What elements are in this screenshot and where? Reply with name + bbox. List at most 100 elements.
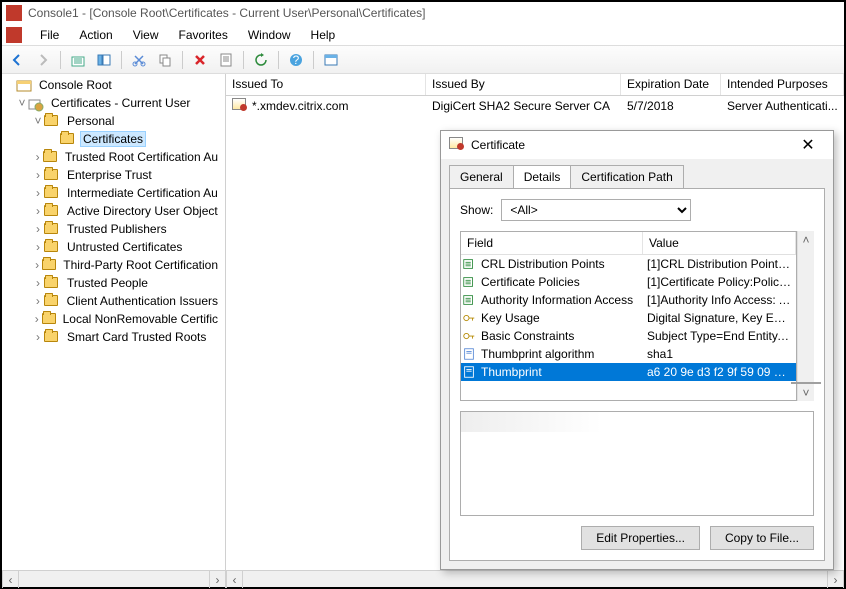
- scroll-left-icon[interactable]: ‹: [2, 571, 19, 588]
- copy-button[interactable]: [154, 49, 176, 71]
- tree-node[interactable]: ›Trusted Root Certification Au: [4, 148, 225, 166]
- tree-node[interactable]: ›Active Directory User Object: [4, 202, 225, 220]
- col-value[interactable]: Value: [643, 232, 796, 254]
- tree-node[interactable]: ›Intermediate Certification Au: [4, 184, 225, 202]
- tree-node-selected[interactable]: Certificates: [80, 131, 146, 147]
- tree-node[interactable]: ›Enterprise Trust: [4, 166, 225, 184]
- close-button[interactable]: ✕: [791, 134, 825, 156]
- twisty-icon[interactable]: ›: [32, 150, 43, 164]
- properties-button[interactable]: [215, 49, 237, 71]
- folder-icon: [44, 240, 60, 254]
- separator: [243, 51, 244, 69]
- twisty-icon[interactable]: ›: [32, 222, 44, 236]
- twisty-icon[interactable]: ›: [32, 258, 42, 272]
- twisty-icon[interactable]: ›: [32, 330, 44, 344]
- tree-node[interactable]: ›Untrusted Certificates: [4, 238, 225, 256]
- tree-scrollbar[interactable]: ‹›: [2, 570, 226, 587]
- cut-button[interactable]: [128, 49, 150, 71]
- field-row[interactable]: Key UsageDigital Signature, Key Encipher…: [461, 309, 796, 327]
- scroll-left-icon[interactable]: ‹: [226, 571, 243, 588]
- field-row[interactable]: Authority Information Access[1]Authority…: [461, 291, 796, 309]
- twisty-icon[interactable]: ›: [32, 168, 44, 182]
- field-icon: [461, 329, 477, 343]
- col-issued-to[interactable]: Issued To: [226, 74, 426, 95]
- field-value: Subject Type=End Entity, Pat...: [643, 329, 796, 343]
- field-icon: [461, 257, 477, 271]
- tree-node[interactable]: ›Trusted Publishers: [4, 220, 225, 238]
- twisty-icon[interactable]: ›: [32, 186, 44, 200]
- back-button[interactable]: [6, 49, 28, 71]
- field-name: Certificate Policies: [477, 275, 643, 289]
- scroll-down-icon[interactable]: ˅: [798, 384, 815, 401]
- app-icon: [6, 5, 22, 21]
- twisty-icon[interactable]: ˅: [32, 114, 44, 128]
- field-icon: [461, 311, 477, 325]
- mmc-window: Console1 - [Console Root\Certificates - …: [0, 0, 846, 589]
- field-row[interactable]: CRL Distribution Points[1]CRL Distributi…: [461, 255, 796, 273]
- forward-button[interactable]: [32, 49, 54, 71]
- tree-node[interactable]: Console Root: [36, 78, 115, 92]
- menu-action[interactable]: Action: [71, 26, 120, 44]
- field-icon: [461, 293, 477, 307]
- help-button[interactable]: ?: [285, 49, 307, 71]
- separator: [182, 51, 183, 69]
- field-row[interactable]: Certificate Policies[1]Certificate Polic…: [461, 273, 796, 291]
- field-list[interactable]: Field Value CRL Distribution Points[1]CR…: [460, 231, 797, 401]
- tree-node[interactable]: ›Smart Card Trusted Roots: [4, 328, 225, 346]
- export-list-button[interactable]: [320, 49, 342, 71]
- field-row[interactable]: Thumbprinta6 20 9e d3 f2 9f 59 09 10 6e …: [461, 363, 796, 381]
- menu-window[interactable]: Window: [240, 26, 299, 44]
- field-list-vscroll[interactable]: ˄ ˅: [797, 231, 814, 401]
- col-field[interactable]: Field: [461, 232, 643, 254]
- refresh-button[interactable]: [250, 49, 272, 71]
- dialog-title: Certificate: [471, 138, 525, 152]
- tree-node[interactable]: Personal: [64, 114, 117, 128]
- twisty-icon[interactable]: ›: [32, 204, 44, 218]
- twisty-icon[interactable]: ›: [32, 240, 44, 254]
- tab-details[interactable]: Details: [513, 165, 572, 188]
- twisty-icon[interactable]: ›: [32, 312, 42, 326]
- col-purposes[interactable]: Intended Purposes: [721, 74, 844, 95]
- tree-node[interactable]: ›Local NonRemovable Certific: [4, 310, 225, 328]
- copy-to-file-button[interactable]: Copy to File...: [710, 526, 814, 550]
- menu-file[interactable]: File: [32, 26, 67, 44]
- show-hide-tree-button[interactable]: [93, 49, 115, 71]
- list-scrollbar[interactable]: ‹›: [226, 570, 844, 587]
- twisty-icon[interactable]: ›: [32, 276, 44, 290]
- edit-properties-button[interactable]: Edit Properties...: [581, 526, 700, 550]
- separator: [60, 51, 61, 69]
- tab-body: Show: <All> Field Value CRL Distribution…: [449, 188, 825, 561]
- menu-favorites[interactable]: Favorites: [171, 26, 236, 44]
- field-row[interactable]: Basic ConstraintsSubject Type=End Entity…: [461, 327, 796, 345]
- folder-icon: [44, 168, 60, 182]
- field-value: [1]Certificate Policy:Policy Ide...: [643, 275, 796, 289]
- menu-view[interactable]: View: [125, 26, 167, 44]
- certificate-icon: [449, 137, 465, 153]
- tree-node[interactable]: ›Trusted People: [4, 274, 225, 292]
- app-icon: [6, 27, 22, 43]
- scroll-up-icon[interactable]: ˄: [798, 231, 815, 248]
- col-expiration[interactable]: Expiration Date: [621, 74, 721, 95]
- twisty-icon[interactable]: ˅: [16, 96, 28, 110]
- folder-icon: [42, 258, 56, 272]
- field-detail-box[interactable]: [460, 411, 814, 516]
- tree-node[interactable]: ›Third-Party Root Certification: [4, 256, 225, 274]
- menu-help[interactable]: Help: [303, 26, 344, 44]
- scroll-right-icon[interactable]: ›: [827, 571, 844, 588]
- certificate-dialog: Certificate ✕ General Details Certificat…: [440, 130, 834, 570]
- delete-button[interactable]: [189, 49, 211, 71]
- twisty-icon[interactable]: ›: [32, 294, 44, 308]
- tree-node[interactable]: ›Client Authentication Issuers: [4, 292, 225, 310]
- field-row[interactable]: Thumbprint algorithmsha1: [461, 345, 796, 363]
- tree-pane[interactable]: Console Root ˅ Certificates - Current Use…: [2, 74, 226, 570]
- tree-node[interactable]: Certificates - Current User: [48, 96, 193, 110]
- field-value: Digital Signature, Key Encipher...: [643, 311, 796, 325]
- show-select[interactable]: <All>: [501, 199, 691, 221]
- up-button[interactable]: [67, 49, 89, 71]
- tab-certification-path[interactable]: Certification Path: [570, 165, 683, 188]
- field-name: Authority Information Access: [477, 293, 643, 307]
- tab-general[interactable]: General: [449, 165, 514, 188]
- list-row[interactable]: *.xmdev.citrix.com DigiCert SHA2 Secure …: [226, 96, 844, 116]
- scroll-right-icon[interactable]: ›: [209, 571, 226, 588]
- col-issued-by[interactable]: Issued By: [426, 74, 621, 95]
